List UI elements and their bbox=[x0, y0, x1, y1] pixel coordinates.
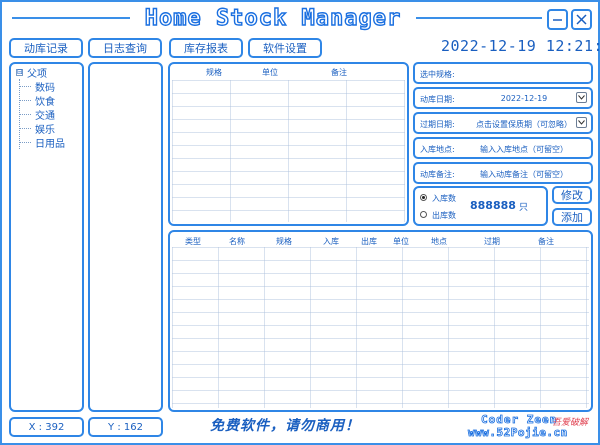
close-button[interactable] bbox=[571, 9, 592, 30]
expire-date-label: 过期日期: bbox=[420, 120, 455, 129]
records-col-spec: 规格 bbox=[276, 237, 292, 246]
tree-item-digital[interactable]: 数码 bbox=[19, 79, 65, 94]
quantity-unit: 只 bbox=[519, 203, 529, 213]
tab-log-query[interactable]: 日志查询 bbox=[88, 38, 162, 58]
note-label: 动库备注: bbox=[420, 170, 455, 179]
tab-stock-report[interactable]: 库存报表 bbox=[169, 38, 243, 58]
note-input[interactable]: 输入动库备注（可留空） bbox=[475, 169, 573, 180]
calendar-icon[interactable] bbox=[576, 117, 587, 128]
stock-in-label: 入库数 bbox=[432, 194, 456, 203]
clock-display: 2022-12-19 12:21: bbox=[441, 37, 600, 55]
free-software-notice: 免费软件，请勿商用！ bbox=[210, 418, 360, 434]
tree-item-food[interactable]: 饮食 bbox=[19, 93, 65, 108]
expire-date-value: 点击设置保质期（可忽略） bbox=[476, 120, 572, 129]
spec-col-unit: 单位 bbox=[262, 68, 278, 77]
app-title: Home Stock Manager bbox=[144, 5, 402, 31]
records-col-out: 出库 bbox=[361, 237, 377, 246]
item-list-panel[interactable] bbox=[88, 62, 163, 412]
note-field[interactable]: 动库备注: 输入动库备注（可留空） bbox=[413, 162, 593, 184]
tree-item-daily-goods[interactable]: 日用品 bbox=[19, 135, 65, 150]
records-col-in: 入库 bbox=[323, 237, 339, 246]
watermark: 吾爱破解 bbox=[552, 418, 589, 428]
move-date-value: 2022-12-19 bbox=[500, 94, 548, 103]
tree-item-entertainment[interactable]: 娱乐 bbox=[19, 121, 65, 136]
tree-children: 数码 饮食 交通 娱乐 日用品 bbox=[19, 79, 65, 150]
records-table-grid bbox=[172, 247, 589, 408]
spec-col-note: 备注 bbox=[331, 68, 347, 77]
expire-date-field[interactable]: 过期日期: 点击设置保质期（可忽略） bbox=[413, 112, 593, 134]
selected-spec-label: 选中规格: bbox=[420, 70, 455, 79]
title-divider-right bbox=[416, 17, 542, 19]
minimize-icon bbox=[553, 19, 562, 21]
location-label: 入库地点: bbox=[420, 145, 455, 154]
stock-in-radio[interactable] bbox=[420, 194, 427, 201]
collapse-icon[interactable]: ⊟ bbox=[16, 69, 23, 76]
stock-out-label: 出库数 bbox=[432, 211, 456, 220]
cursor-y-readout: Y : 162 bbox=[88, 417, 163, 437]
location-input[interactable]: 输入入库地点（可留空） bbox=[475, 144, 573, 155]
stock-out-radio[interactable] bbox=[420, 211, 427, 218]
selected-spec-field[interactable]: 选中规格: bbox=[413, 62, 593, 84]
tree-root-item[interactable]: ⊟ 父项 bbox=[16, 66, 65, 80]
modify-button[interactable]: 修改 bbox=[552, 186, 592, 204]
close-icon bbox=[576, 14, 587, 25]
title-divider-left bbox=[12, 17, 130, 19]
cursor-x-readout: X : 392 bbox=[9, 417, 84, 437]
quantity-input[interactable]: 888888 bbox=[470, 199, 516, 212]
records-col-type: 类型 bbox=[185, 237, 201, 246]
calendar-icon[interactable] bbox=[576, 92, 587, 103]
tab-settings[interactable]: 软件设置 bbox=[248, 38, 322, 58]
tree-item-transport[interactable]: 交通 bbox=[19, 107, 65, 122]
location-field[interactable]: 入库地点: 输入入库地点（可留空） bbox=[413, 137, 593, 159]
spec-col-spec: 规格 bbox=[206, 68, 222, 77]
records-col-unit: 单位 bbox=[393, 237, 409, 246]
category-tree: ⊟ 父项 数码 饮食 交通 娱乐 日用品 bbox=[16, 66, 65, 150]
coder-credit: Coder Zeen bbox=[481, 413, 558, 427]
tab-inventory-records[interactable]: 动库记录 bbox=[9, 38, 83, 58]
records-col-location: 地点 bbox=[431, 237, 447, 246]
records-col-expire: 过期 bbox=[484, 237, 500, 246]
records-col-name: 名称 bbox=[229, 237, 245, 246]
minimize-button[interactable] bbox=[547, 9, 568, 30]
records-col-note: 备注 bbox=[538, 237, 554, 246]
move-date-field[interactable]: 动库日期: 2022-12-19 bbox=[413, 87, 593, 109]
move-date-label: 动库日期: bbox=[420, 95, 455, 104]
spec-table-grid bbox=[172, 80, 405, 222]
add-button[interactable]: 添加 bbox=[552, 208, 592, 226]
